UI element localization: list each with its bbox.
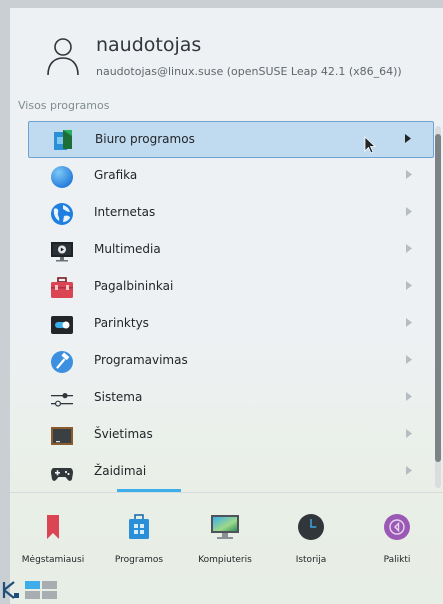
office-icon — [54, 130, 72, 150]
category-label: Žaidimai — [94, 464, 147, 478]
tab-favorites[interactable]: Mėgstamiausi — [10, 507, 96, 573]
chevron-right-icon — [406, 207, 412, 216]
category-label: Multimedia — [94, 242, 161, 256]
kde-launcher-icon[interactable] — [2, 580, 20, 600]
category-system[interactable]: Sistema — [28, 380, 434, 417]
category-label: Pagalbininkai — [94, 279, 174, 293]
tab-label: Mėgstamiausi — [21, 555, 85, 565]
pager-desktop-1[interactable] — [25, 581, 40, 589]
category-multimedia[interactable]: Multimedia — [28, 232, 434, 269]
category-label: Biuro programos — [95, 132, 195, 146]
scrollbar-thumb[interactable] — [435, 134, 441, 462]
category-label: Grafika — [94, 168, 138, 182]
internet-icon — [51, 203, 73, 225]
chevron-right-icon — [406, 281, 412, 290]
tab-applications[interactable]: Programos — [96, 507, 182, 573]
hammer-icon — [51, 351, 73, 373]
bookmark-icon — [47, 515, 59, 539]
user-name: naudotojas — [96, 34, 202, 56]
chalkboard-icon — [51, 427, 73, 445]
active-tab-indicator — [117, 489, 181, 492]
taskbar — [0, 577, 433, 604]
category-office[interactable]: Biuro programos — [28, 121, 434, 158]
tab-label: Palikti — [383, 555, 411, 565]
kickoff-menu: naudotojas naudotojas@linux.suse (openSU… — [10, 8, 443, 604]
tab-computer[interactable]: Kompiuteris — [182, 507, 268, 573]
category-education[interactable]: Švietimas — [28, 417, 434, 454]
pager-desktop-3[interactable] — [25, 591, 40, 599]
category-label: Programavimas — [94, 353, 188, 367]
scrollbar[interactable] — [435, 126, 441, 488]
chevron-right-icon — [406, 318, 412, 327]
category-utilities[interactable]: Pagalbininkai — [28, 269, 434, 306]
chevron-right-icon — [406, 466, 412, 475]
chevron-right-icon — [406, 355, 412, 364]
user-avatar-icon — [47, 38, 79, 76]
pager-desktop-2[interactable] — [42, 581, 57, 589]
clock-icon — [298, 514, 324, 540]
toggle-switch-icon — [51, 316, 73, 334]
category-label: Sistema — [94, 390, 143, 404]
tab-label: Istorija — [295, 555, 327, 565]
computer-icon — [211, 515, 239, 539]
chevron-right-icon — [405, 134, 411, 143]
chevron-right-icon — [406, 392, 412, 401]
chevron-right-icon — [406, 429, 412, 438]
category-label: Švietimas — [94, 427, 153, 441]
tab-bar: Mėgstamiausi Programos Kompiuteris Istor… — [10, 489, 443, 587]
tab-label: Kompiuteris — [198, 555, 252, 565]
category-development[interactable]: Programavimas — [28, 343, 434, 380]
leave-icon — [384, 514, 410, 540]
category-internet[interactable]: Internetas — [28, 195, 434, 232]
graphics-icon — [51, 166, 73, 188]
user-header: naudotojas naudotojas@linux.suse (openSU… — [10, 8, 443, 94]
gamepad-icon — [51, 468, 73, 481]
user-host-info: naudotojas@linux.suse (openSUSE Leap 42.… — [96, 65, 402, 78]
sliders-icon — [51, 393, 73, 407]
multimedia-icon — [51, 242, 73, 262]
category-games[interactable]: Žaidimai — [28, 454, 434, 491]
category-settings[interactable]: Parinktys — [28, 306, 434, 343]
tab-leave[interactable]: Palikti — [354, 507, 440, 573]
application-category-list: Biuro programos Grafika Internetas Multi… — [10, 119, 443, 491]
category-label: Internetas — [94, 205, 156, 219]
applications-icon — [129, 514, 149, 539]
category-graphics[interactable]: Grafika — [28, 158, 434, 195]
section-label: Visos programos — [18, 99, 110, 112]
virtual-desktop-pager[interactable] — [25, 581, 57, 599]
chevron-right-icon — [406, 170, 412, 179]
tab-history[interactable]: Istorija — [268, 507, 354, 573]
chevron-right-icon — [406, 244, 412, 253]
mouse-cursor-icon — [364, 136, 376, 154]
toolbox-icon — [51, 277, 73, 298]
tab-label: Programos — [114, 555, 164, 565]
pager-desktop-4[interactable] — [42, 591, 57, 599]
category-label: Parinktys — [94, 316, 149, 330]
